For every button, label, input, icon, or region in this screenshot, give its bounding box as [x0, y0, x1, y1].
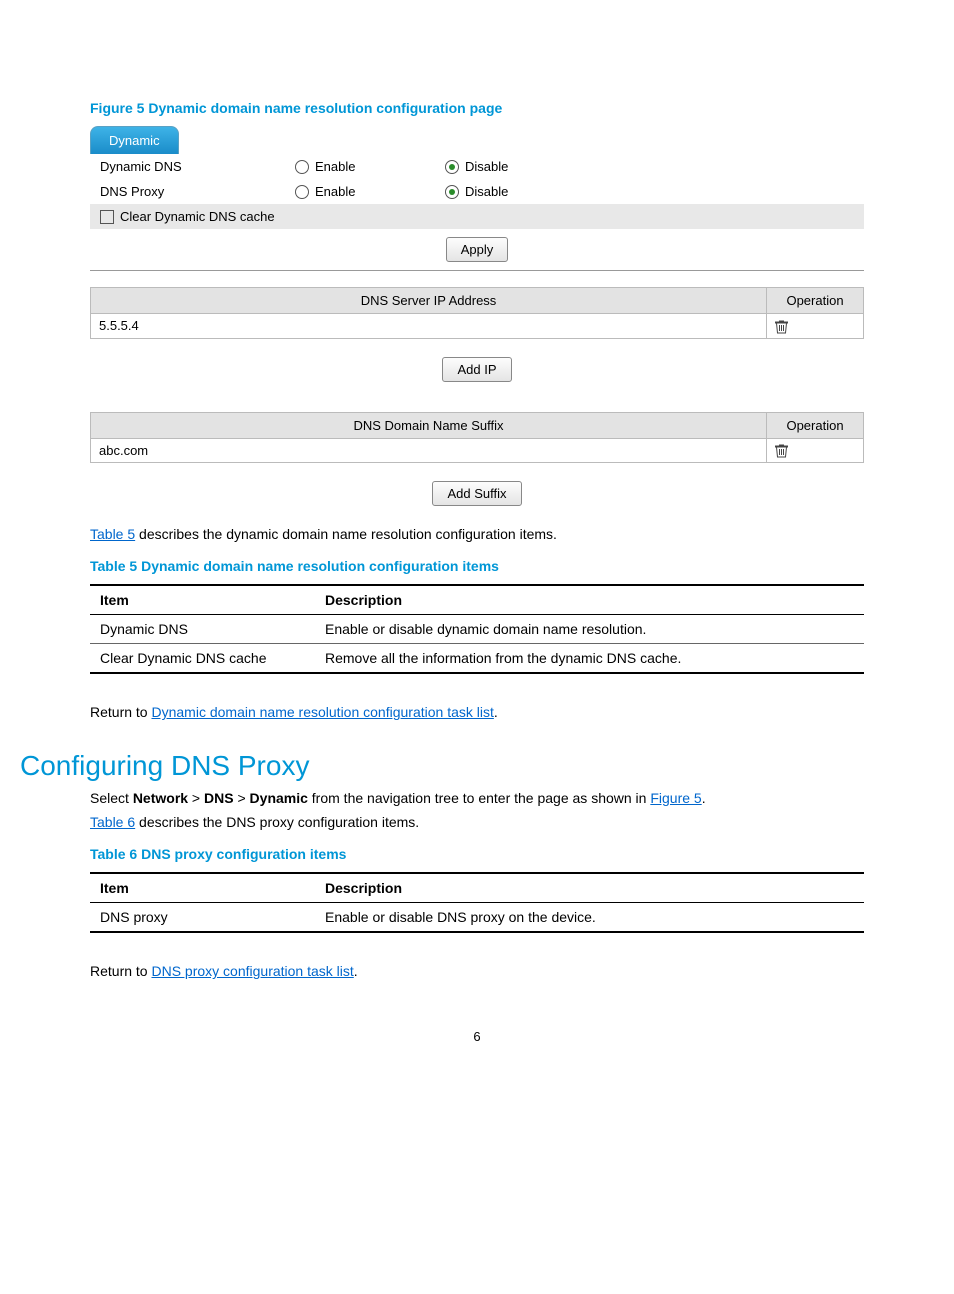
dynamic-dns-label: Dynamic DNS: [100, 159, 295, 174]
text: >: [234, 790, 250, 806]
dns-config-panel: Dynamic Dynamic DNS Enable Disable DNS P…: [90, 126, 864, 506]
row-dns-proxy: DNS Proxy Enable Disable: [90, 179, 864, 204]
figure-5-caption: Figure 5 Dynamic domain name resolution …: [90, 100, 864, 116]
table-5: Item Description Dynamic DNS Enable or d…: [90, 584, 864, 674]
suffix-cell: abc.com: [91, 438, 767, 463]
link-return-1[interactable]: Dynamic domain name resolution configura…: [151, 704, 493, 720]
col-description: Description: [315, 873, 864, 903]
col-operation: Operation: [767, 288, 864, 314]
table-row: Clear Dynamic DNS cache Remove all the i…: [90, 644, 864, 674]
return-suffix: .: [354, 963, 358, 979]
table-row: Dynamic DNS Enable or disable dynamic do…: [90, 615, 864, 644]
item-cell: Dynamic DNS: [90, 615, 315, 644]
radio-selected-icon: [445, 160, 459, 174]
enable-label: Enable: [315, 184, 355, 199]
dynamic-dns-disable-option[interactable]: Disable: [445, 159, 595, 174]
page-number: 6: [90, 1029, 864, 1044]
apply-button[interactable]: Apply: [446, 237, 509, 262]
para-text: describes the DNS proxy configuration it…: [135, 814, 419, 830]
table-row: 5.5.5.4: [91, 314, 864, 339]
row-clear-cache[interactable]: Clear Dynamic DNS cache: [90, 204, 864, 229]
para-return-2: Return to DNS proxy configuration task l…: [90, 963, 864, 979]
add-suffix-button[interactable]: Add Suffix: [432, 481, 521, 506]
trash-icon[interactable]: [775, 443, 788, 458]
link-return-2[interactable]: DNS proxy configuration task list: [151, 963, 353, 979]
nav-network: Network: [133, 790, 188, 806]
link-table-5[interactable]: Table 5: [90, 526, 135, 542]
col-description: Description: [315, 585, 864, 615]
link-figure-5[interactable]: Figure 5: [650, 790, 701, 806]
radio-selected-icon: [445, 185, 459, 199]
link-table-6[interactable]: Table 6: [90, 814, 135, 830]
disable-label: Disable: [465, 184, 508, 199]
dns-server-ip-table: DNS Server IP Address Operation 5.5.5.4: [90, 287, 864, 339]
clear-cache-label: Clear Dynamic DNS cache: [120, 209, 275, 224]
text: from the navigation tree to enter the pa…: [308, 790, 650, 806]
text: >: [188, 790, 204, 806]
row-dynamic-dns: Dynamic DNS Enable Disable: [90, 154, 864, 179]
checkbox-icon: [100, 210, 114, 224]
col-suffix: DNS Domain Name Suffix: [91, 412, 767, 438]
desc-cell: Enable or disable DNS proxy on the devic…: [315, 903, 864, 933]
table-6: Item Description DNS proxy Enable or dis…: [90, 872, 864, 933]
disable-label: Disable: [465, 159, 508, 174]
para-text: describes the dynamic domain name resolu…: [135, 526, 557, 542]
text: Select: [90, 790, 133, 806]
nav-dynamic: Dynamic: [250, 790, 308, 806]
dynamic-dns-enable-option[interactable]: Enable: [295, 159, 445, 174]
radio-icon: [295, 185, 309, 199]
item-cell: Clear Dynamic DNS cache: [90, 644, 315, 674]
table-6-caption: Table 6 DNS proxy configuration items: [90, 846, 864, 862]
para-table5-ref: Table 5 describes the dynamic domain nam…: [90, 526, 864, 542]
dns-proxy-disable-option[interactable]: Disable: [445, 184, 595, 199]
desc-cell: Enable or disable dynamic domain name re…: [315, 615, 864, 644]
para-return-1: Return to Dynamic domain name resolution…: [90, 704, 864, 720]
dns-suffix-table: DNS Domain Name Suffix Operation abc.com: [90, 412, 864, 464]
nav-dns: DNS: [204, 790, 234, 806]
text: .: [702, 790, 706, 806]
col-item: Item: [90, 873, 315, 903]
radio-icon: [295, 160, 309, 174]
return-prefix: Return to: [90, 963, 151, 979]
add-ip-button[interactable]: Add IP: [442, 357, 511, 382]
dns-proxy-label: DNS Proxy: [100, 184, 295, 199]
table-row: abc.com: [91, 438, 864, 463]
col-item: Item: [90, 585, 315, 615]
ip-address-cell: 5.5.5.4: [91, 314, 767, 339]
return-suffix: .: [494, 704, 498, 720]
trash-icon[interactable]: [775, 318, 788, 333]
col-operation: Operation: [767, 412, 864, 438]
enable-label: Enable: [315, 159, 355, 174]
desc-cell: Remove all the information from the dyna…: [315, 644, 864, 674]
heading-configuring-dns-proxy: Configuring DNS Proxy: [20, 750, 864, 782]
item-cell: DNS proxy: [90, 903, 315, 933]
table-row: DNS proxy Enable or disable DNS proxy on…: [90, 903, 864, 933]
tab-dynamic[interactable]: Dynamic: [90, 126, 179, 154]
table-5-caption: Table 5 Dynamic domain name resolution c…: [90, 558, 864, 574]
dns-proxy-enable-option[interactable]: Enable: [295, 184, 445, 199]
return-prefix: Return to: [90, 704, 151, 720]
para-table6-ref: Table 6 describes the DNS proxy configur…: [90, 814, 864, 830]
para-nav-path: Select Network > DNS > Dynamic from the …: [90, 790, 864, 806]
col-ip-address: DNS Server IP Address: [91, 288, 767, 314]
